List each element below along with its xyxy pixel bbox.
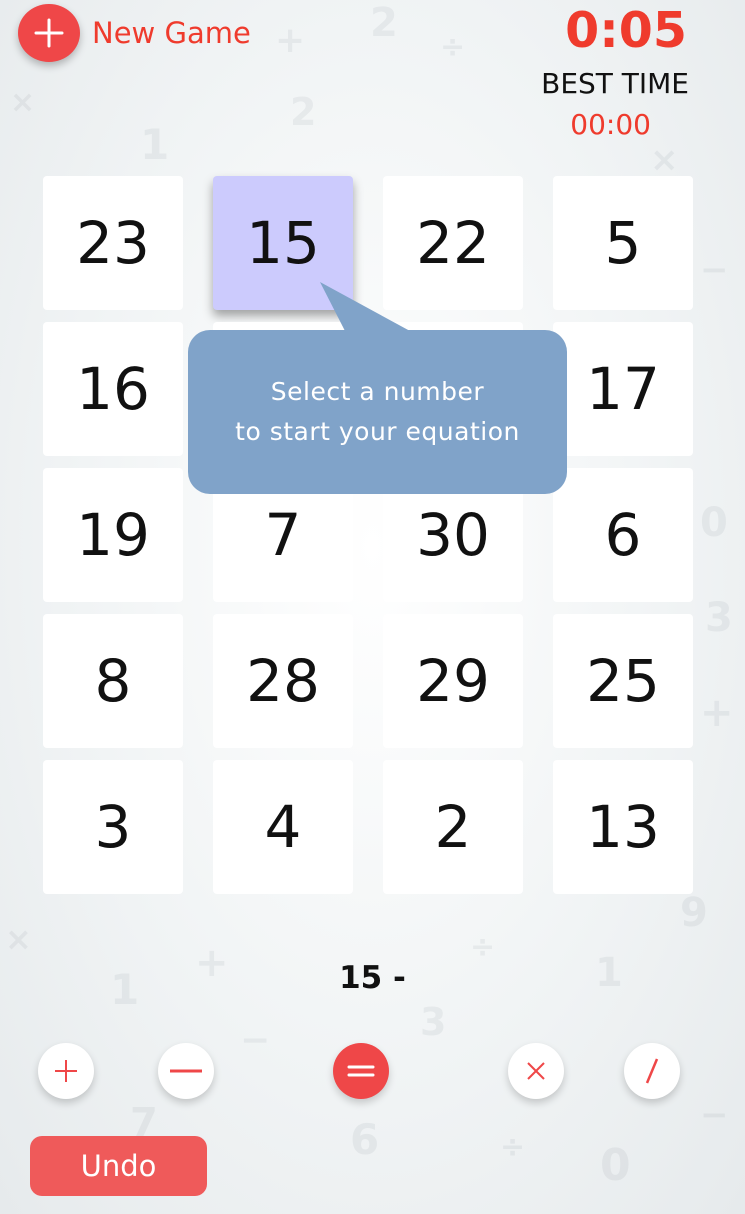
multiply-icon [527, 1062, 545, 1080]
multiply-button[interactable] [508, 1043, 564, 1099]
number-tile[interactable]: 2 [383, 760, 523, 894]
minus-button[interactable] [158, 1043, 214, 1099]
plus-icon [55, 1060, 77, 1082]
equals-icon [347, 1065, 375, 1077]
minus-icon [170, 1069, 202, 1073]
number-tile[interactable]: 29 [383, 614, 523, 748]
equals-button[interactable] [333, 1043, 389, 1099]
plus-button[interactable] [38, 1043, 94, 1099]
number-tile[interactable]: 3 [43, 760, 183, 894]
number-tile[interactable]: 25 [553, 614, 693, 748]
number-tile[interactable]: 16 [43, 322, 183, 456]
number-tile[interactable]: 8 [43, 614, 183, 748]
tooltip-line-2: to start your equation [235, 417, 520, 446]
number-tile[interactable]: 22 [383, 176, 523, 310]
number-tile[interactable]: 17 [553, 322, 693, 456]
number-tile[interactable]: 19 [43, 468, 183, 602]
number-tile[interactable]: 4 [213, 760, 353, 894]
divide-button[interactable] [624, 1043, 680, 1099]
number-tile[interactable]: 15 [213, 176, 353, 310]
number-tile[interactable]: 23 [43, 176, 183, 310]
number-tile[interactable]: 13 [553, 760, 693, 894]
undo-button[interactable]: Undo [30, 1136, 207, 1196]
hint-tooltip: Select a number to start your equation [188, 330, 567, 494]
number-tile[interactable]: 28 [213, 614, 353, 748]
number-tile[interactable]: 6 [553, 468, 693, 602]
number-tile[interactable]: 5 [553, 176, 693, 310]
divide-icon [645, 1058, 659, 1084]
tooltip-line-1: Select a number [270, 377, 485, 406]
equation-display: 15 - [339, 960, 406, 996]
